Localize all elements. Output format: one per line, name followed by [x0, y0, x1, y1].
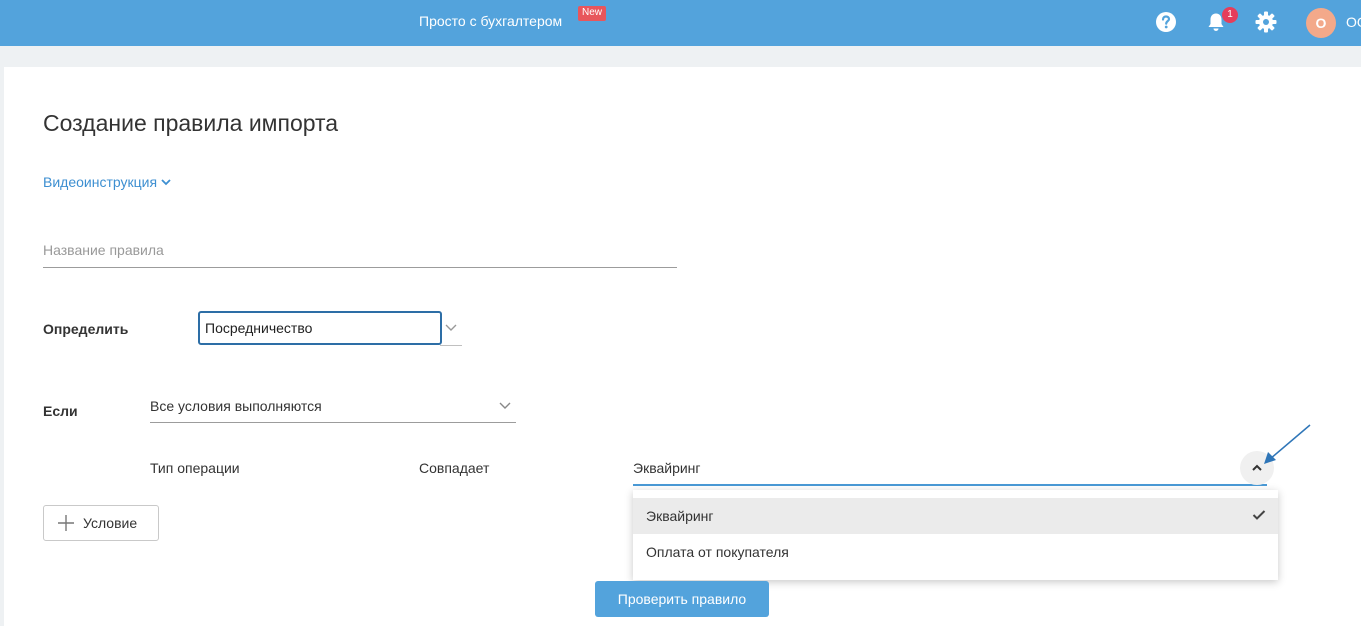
- checkmark-icon: [1252, 510, 1266, 520]
- plus-icon: [58, 515, 74, 531]
- gear-icon[interactable]: [1255, 11, 1277, 33]
- define-label: Определить: [43, 321, 129, 337]
- promo-link[interactable]: Просто с бухгалтером: [419, 13, 562, 29]
- video-instruction-label: Видеоинструкция: [43, 174, 158, 190]
- define-select-underline: [440, 345, 462, 346]
- condition-field-select[interactable]: Тип операции: [150, 460, 240, 476]
- chevron-down-icon: [161, 179, 171, 186]
- add-condition-button[interactable]: Условие: [43, 505, 159, 541]
- chevron-down-icon[interactable]: [445, 322, 457, 332]
- video-instruction-link[interactable]: Видеоинструкция: [43, 174, 171, 190]
- condition-value-dropdown: Эквайринг Оплата от покупателя: [633, 490, 1278, 580]
- avatar[interactable]: О: [1306, 8, 1336, 38]
- dropdown-option[interactable]: Оплата от покупателя: [633, 534, 1278, 570]
- conditions-mode-select[interactable]: Все условия выполняются: [150, 390, 516, 423]
- define-select[interactable]: Посредничество: [198, 311, 442, 345]
- notification-count-badge: 1: [1222, 7, 1238, 23]
- condition-value-select[interactable]: Эквайринг: [633, 452, 1267, 486]
- dropdown-option-label: Оплата от покупателя: [646, 544, 789, 560]
- condition-operator-select[interactable]: Совпадает: [419, 460, 489, 476]
- annotation-arrow-icon: [1264, 424, 1311, 464]
- help-icon[interactable]: [1155, 11, 1177, 33]
- check-rule-button[interactable]: Проверить правило: [595, 581, 769, 617]
- top-navigation-bar: Просто с бухгалтером New 1 О О: [0, 0, 1361, 46]
- page-title: Создание правила импорта: [43, 110, 339, 136]
- rule-name-input[interactable]: [43, 232, 677, 268]
- chevron-down-icon[interactable]: [499, 400, 511, 410]
- if-label: Если: [43, 403, 78, 419]
- add-condition-label: Условие: [83, 515, 138, 531]
- new-badge: New: [578, 6, 607, 21]
- organization-name[interactable]: ОО: [1346, 14, 1361, 30]
- dropdown-option-label: Эквайринг: [646, 508, 714, 524]
- dropdown-option[interactable]: Эквайринг: [633, 498, 1278, 534]
